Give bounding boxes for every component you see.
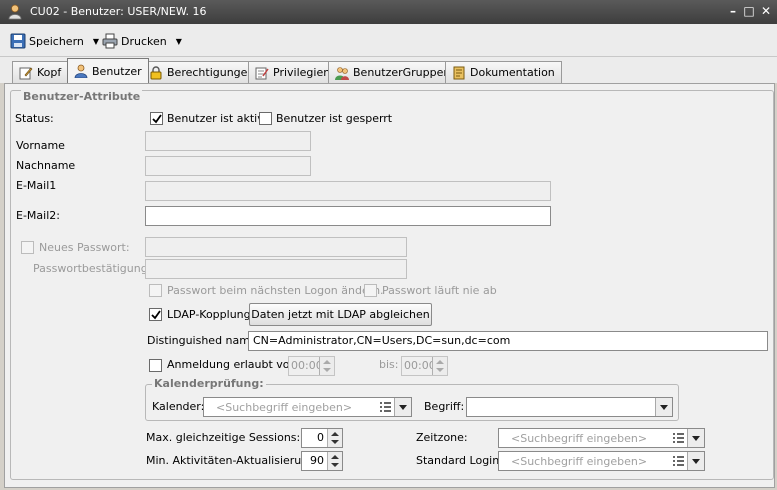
time-to-spinner[interactable]: 00:00 (401, 356, 448, 376)
privilege-icon (255, 67, 269, 79)
pw-change-label: Passwort beim nächsten Logon ändern. (167, 284, 384, 297)
kalender-combo[interactable]: <Suchbegriff eingeben> (203, 397, 412, 417)
email2-field[interactable] (145, 206, 551, 226)
minimize-button[interactable]: – (725, 3, 741, 19)
save-label: Speichern (29, 34, 84, 48)
save-dropdown-icon[interactable]: ▼ (93, 37, 99, 46)
close-button[interactable]: ✕ (758, 3, 774, 19)
neues-passwort-field[interactable] (145, 237, 407, 257)
chevron-down-icon[interactable] (687, 429, 704, 447)
tab-bar: Kopf Benutzer Berechtigungen Privilegien… (0, 57, 777, 83)
checkmark-icon (151, 310, 161, 320)
login-allowed-checkbox[interactable] (149, 359, 162, 372)
user-icon (74, 64, 88, 78)
passwort-bestaetigung-label: Passwortbestätigung: (33, 262, 152, 275)
edit-icon (19, 67, 33, 79)
print-dropdown-icon[interactable]: ▼ (176, 37, 182, 46)
spinner-arrows-icon[interactable] (327, 452, 342, 470)
tab-benutzergruppen[interactable]: BenutzerGruppen (328, 61, 458, 83)
aktiv-checkbox[interactable] (150, 112, 163, 125)
tab-kopf[interactable]: Kopf (12, 61, 69, 83)
login-allowed-label: Anmeldung erlaubt von: (167, 358, 301, 371)
zeitzone-combo[interactable]: <Suchbegriff eingeben> (498, 428, 705, 448)
min-activity-spinner[interactable]: 90 (301, 451, 343, 471)
spinner-arrows-icon[interactable] (327, 429, 342, 447)
status-label: Status: (15, 112, 54, 125)
spinner-arrows-icon[interactable] (319, 357, 334, 375)
chevron-down-icon[interactable] (394, 398, 411, 416)
dn-field[interactable]: CN=Administrator,CN=Users,DC=sun,dc=com (248, 331, 768, 351)
vorname-field[interactable] (145, 131, 311, 151)
benutzer-panel: Benutzer-Attribute Status: Benutzer ist … (4, 83, 775, 488)
nachname-label: Nachname (16, 159, 76, 172)
list-icon[interactable] (673, 433, 684, 443)
tab-berechtigungen[interactable]: Berechtigungen (142, 61, 262, 83)
vorname-label: Vorname (16, 139, 65, 152)
neues-passwort-label: Neues Passwort: (39, 241, 130, 254)
window-title: CU02 - Benutzer: USER/NEW. 16 (30, 5, 207, 18)
begriff-combo[interactable] (466, 397, 673, 417)
toolbar: Speichern ▼ Drucken ▼ (0, 24, 777, 57)
begriff-label: Begriff: (424, 400, 465, 413)
print-button[interactable]: Drucken ▼ (102, 32, 182, 50)
group-title: Benutzer-Attribute (21, 90, 143, 103)
ldap-sync-button[interactable]: Daten jetzt mit LDAP abgleichen (249, 303, 432, 326)
lock-icon (150, 65, 162, 79)
kalender-label: Kalender: (152, 400, 205, 413)
document-icon (453, 66, 465, 79)
chevron-down-icon[interactable] (655, 398, 672, 416)
email1-label: E-Mail1 (16, 179, 57, 192)
tab-dokumentation[interactable]: Dokumentation (445, 61, 562, 83)
standard-login-label: Standard Login: (416, 454, 503, 467)
nachname-field[interactable] (145, 156, 311, 176)
print-label: Drucken (121, 34, 167, 48)
list-icon[interactable] (673, 456, 684, 466)
pw-never-expires-checkbox[interactable] (364, 284, 377, 297)
pw-never-expires-label: Passwort läuft nie ab (382, 284, 497, 297)
list-icon[interactable] (380, 402, 391, 412)
zeitzone-label: Zeitzone: (416, 431, 468, 444)
ldap-label: LDAP-Kopplung (167, 308, 251, 321)
user-icon (8, 4, 22, 20)
neues-passwort-checkbox[interactable] (21, 241, 34, 254)
printer-icon (102, 33, 118, 49)
group-icon (335, 66, 349, 80)
chevron-down-icon[interactable] (687, 452, 704, 470)
tab-benutzer[interactable]: Benutzer (67, 58, 149, 83)
save-icon (10, 33, 26, 49)
email1-field[interactable] (145, 181, 551, 201)
spinner-arrows-icon[interactable] (432, 357, 447, 375)
time-from-spinner[interactable]: 00:00 (288, 356, 335, 376)
maximize-button[interactable]: □ (741, 3, 757, 19)
min-activity-label: Min. Aktivitäten-Aktualisierung: (146, 454, 319, 467)
gesperrt-checkbox[interactable] (259, 112, 272, 125)
save-button[interactable]: Speichern ▼ (10, 32, 99, 50)
max-sessions-spinner[interactable]: 0 (301, 428, 343, 448)
pw-change-checkbox[interactable] (149, 284, 162, 297)
email2-label: E-Mail2: (16, 209, 60, 222)
dn-label: Distinguished name: (147, 334, 261, 347)
aktiv-label: Benutzer ist aktiv (167, 112, 264, 125)
kalender-group-title: Kalenderprüfung: (152, 377, 266, 390)
checkmark-icon (152, 114, 162, 124)
ldap-checkbox[interactable] (149, 308, 162, 321)
tab-privilegien[interactable]: Privilegien (248, 61, 338, 83)
standard-login-combo[interactable]: <Suchbegriff eingeben> (498, 451, 705, 471)
title-bar: CU02 - Benutzer: USER/NEW. 16 – □ ✕ (0, 0, 777, 24)
max-sessions-label: Max. gleichzeitige Sessions: (146, 431, 301, 444)
gesperrt-label: Benutzer ist gesperrt (276, 112, 393, 125)
passwort-bestaetigung-field[interactable] (145, 259, 407, 279)
bis-label: bis: (379, 358, 399, 371)
